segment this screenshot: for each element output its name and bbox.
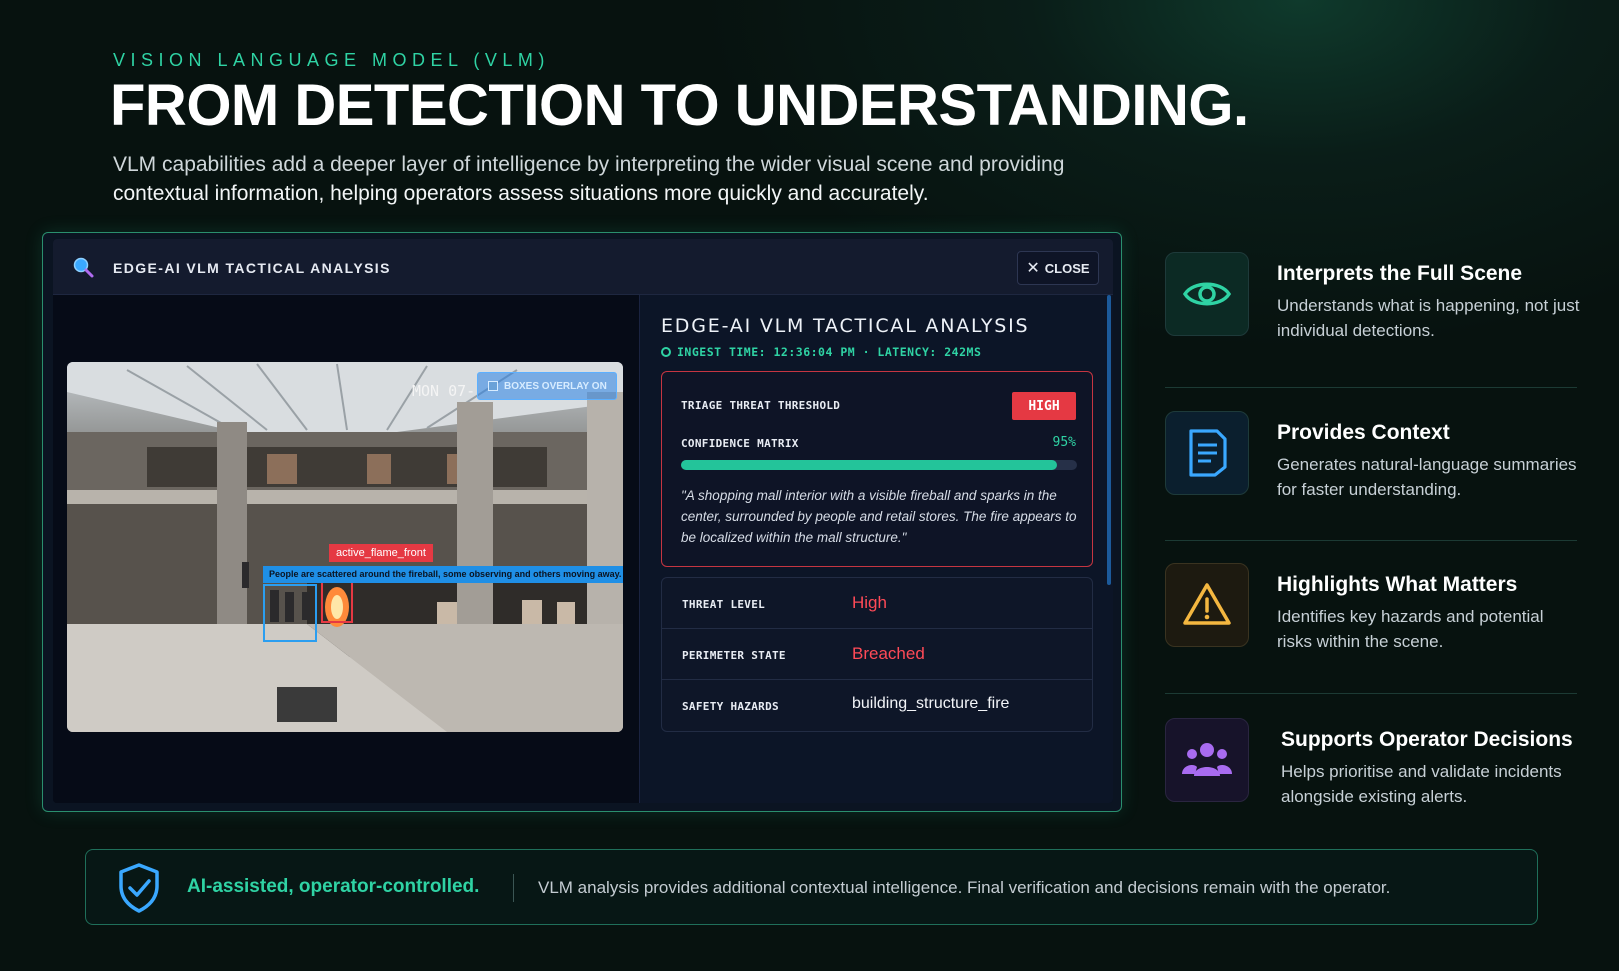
feature-icon-box	[1165, 718, 1249, 802]
feature-icon-box	[1165, 252, 1249, 336]
warning-icon	[1183, 583, 1231, 625]
analysis-window-body: EDGE-AI VLM TACTICAL ANALYSIS ✕ CLOSE MO…	[53, 239, 1113, 803]
close-button[interactable]: ✕ CLOSE	[1017, 251, 1099, 285]
scrollbar[interactable]	[1107, 295, 1111, 585]
table-row: SAFETY HAZARDS building_structure_fire	[662, 680, 1092, 731]
eye-icon	[1182, 282, 1232, 306]
footer-banner: AI-assisted, operator-controlled. VLM an…	[85, 849, 1538, 925]
eyebrow-label: VISION LANGUAGE MODEL (VLM)	[113, 50, 550, 70]
feature-title: Highlights What Matters	[1277, 573, 1518, 596]
threat-level-value: High	[852, 593, 887, 612]
triage-label: TRIAGE THREAT THRESHOLD	[681, 399, 841, 412]
feature-icon-box	[1165, 563, 1249, 647]
divider	[1165, 693, 1577, 694]
attributes-table: THREAT LEVEL High PERIMETER STATE Breach…	[661, 577, 1093, 732]
confidence-bar-fill	[681, 460, 1058, 470]
analysis-pane: EDGE-AI VLM TACTICAL ANALYSIS INGEST TIM…	[639, 295, 1113, 803]
page-title: FROM DETECTION TO UNDERSTANDING.	[110, 73, 1249, 138]
analysis-title: EDGE-AI VLM TACTICAL ANALYSIS	[661, 315, 1030, 337]
window-header: EDGE-AI VLM TACTICAL ANALYSIS ✕ CLOSE	[53, 239, 1113, 295]
safety-hazards-label: SAFETY HAZARDS	[682, 700, 779, 713]
camera-timestamp: MON 07-	[412, 382, 476, 400]
footer-separator	[513, 874, 514, 902]
footer-text: VLM analysis provides additional context…	[538, 878, 1391, 897]
feature-title: Interprets the Full Scene	[1277, 262, 1523, 285]
detection-box-people	[263, 584, 317, 642]
safety-hazards-value: building_structure_fire	[852, 695, 1010, 712]
triage-card: TRIAGE THREAT THRESHOLD HIGH CONFIDENCE …	[661, 371, 1093, 567]
camera-pane: MON 07- BOXES OVERLAY ON active_flame_fr…	[53, 295, 639, 803]
threat-level-label: THREAT LEVEL	[682, 598, 766, 611]
confidence-value: 95%	[1052, 435, 1076, 450]
scene-caption: People are scattered around the fireball…	[263, 566, 623, 583]
feature-title: Supports Operator Decisions	[1281, 728, 1573, 751]
intro-text: VLM capabilities add a deeper layer of i…	[113, 150, 1213, 208]
table-row: THREAT LEVEL High	[662, 578, 1092, 629]
window-title: EDGE-AI VLM TACTICAL ANALYSIS	[113, 260, 391, 276]
analysis-window: EDGE-AI VLM TACTICAL ANALYSIS ✕ CLOSE MO…	[42, 232, 1122, 812]
feature-desc: Identifies key hazards and potential ris…	[1277, 607, 1544, 651]
feature-icon-box	[1165, 411, 1249, 495]
footer-strong-text: AI-assisted, operator-controlled.	[187, 876, 480, 897]
search-icon	[73, 257, 94, 278]
perimeter-state-label: PERIMETER STATE	[682, 649, 786, 662]
intro-line-1: VLM capabilities add a deeper layer of i…	[113, 153, 1065, 176]
feature-desc: Helps prioritise and validate incidents …	[1281, 762, 1562, 806]
boxes-overlay-toggle[interactable]: BOXES OVERLAY ON	[477, 372, 617, 400]
perimeter-state-value: Breached	[852, 644, 925, 663]
boxes-overlay-label: BOXES OVERLAY ON	[504, 380, 607, 392]
feature-title: Provides Context	[1277, 421, 1450, 444]
camera-feed[interactable]: MON 07- BOXES OVERLAY ON active_flame_fr…	[67, 362, 623, 732]
shield-check-icon	[119, 863, 159, 913]
divider	[1165, 387, 1577, 388]
close-label: CLOSE	[1044, 260, 1090, 276]
feature-desc: Generates natural-language summaries for…	[1277, 455, 1577, 499]
live-dot-icon	[661, 347, 671, 357]
intro-line-2: contextual information, helping operator…	[113, 182, 929, 205]
detection-label-fire: active_flame_front	[329, 544, 433, 562]
threat-badge: HIGH	[1012, 392, 1076, 420]
analysis-meta: INGEST TIME: 12:36:04 PM · LATENCY: 242M…	[661, 345, 981, 359]
users-icon	[1182, 743, 1232, 776]
feature-desc: Understands what is happening, not just …	[1277, 296, 1580, 340]
divider	[1165, 540, 1577, 541]
scene-summary-quote: "A shopping mall interior with a visible…	[681, 488, 1077, 545]
table-row: PERIMETER STATE Breached	[662, 629, 1092, 680]
detection-box-fire	[321, 581, 353, 623]
close-icon: ✕	[1026, 260, 1040, 277]
confidence-label: CONFIDENCE MATRIX	[681, 437, 799, 450]
document-icon	[1189, 429, 1227, 477]
ingest-latency-text: INGEST TIME: 12:36:04 PM · LATENCY: 242M…	[677, 345, 982, 359]
confidence-bar	[681, 460, 1077, 470]
checkbox-icon	[488, 381, 498, 391]
